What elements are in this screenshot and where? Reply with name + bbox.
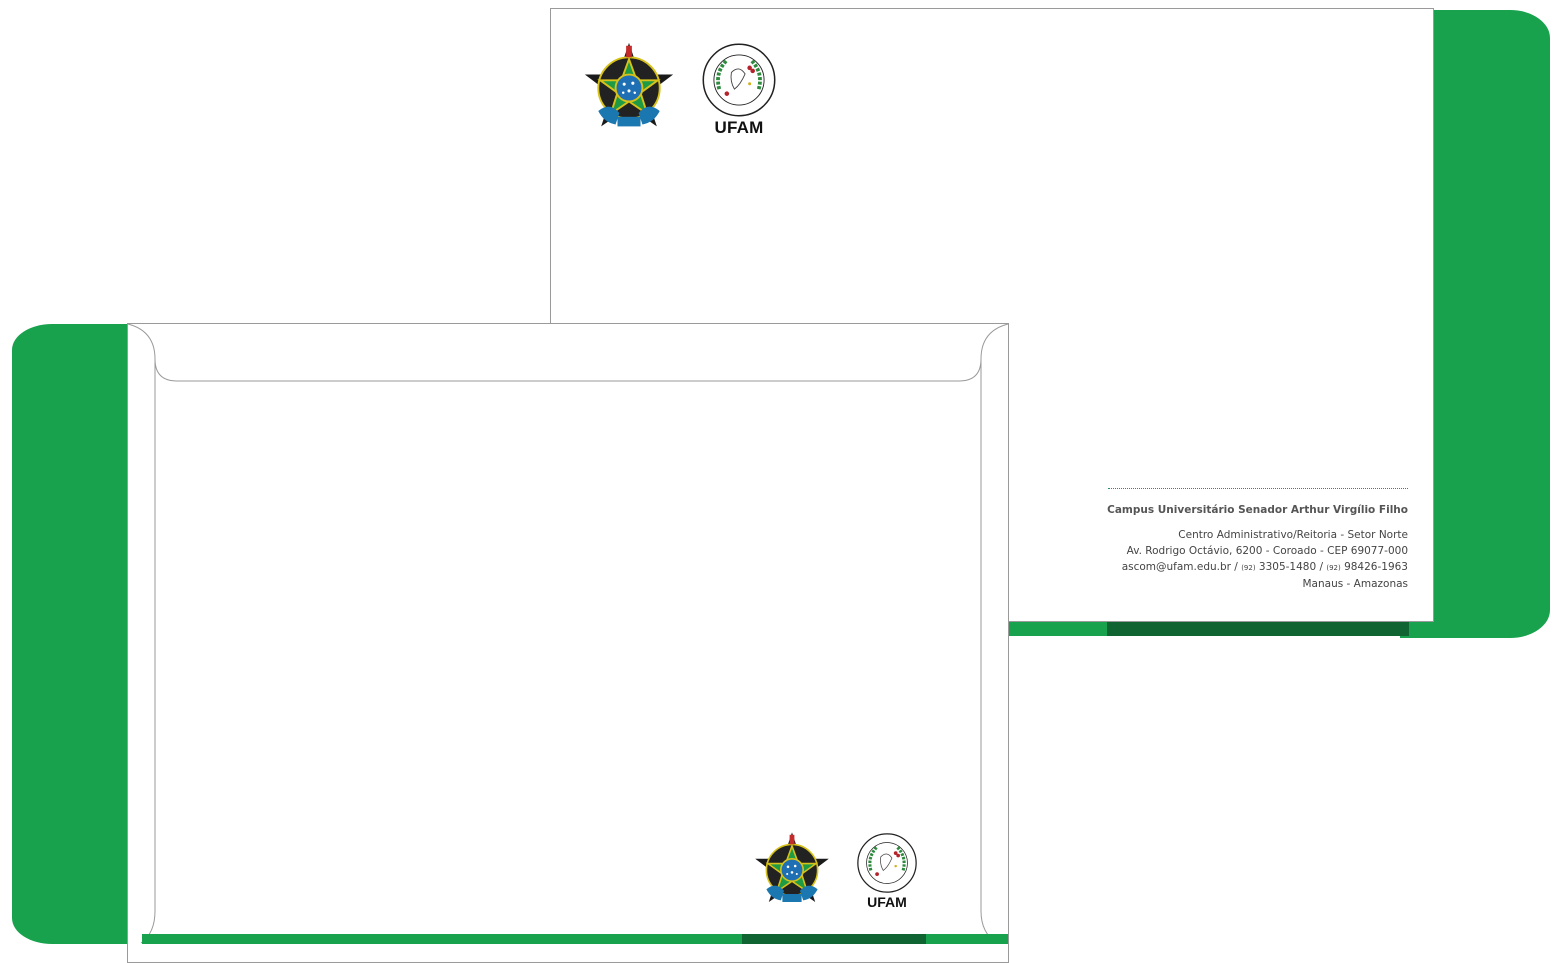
brazil-coat-of-arms-icon xyxy=(584,42,674,127)
address-line-2: Av. Rodrigo Octávio, 6200 - Coroado - CE… xyxy=(1126,545,1408,557)
ufam-logo-text: UFAM xyxy=(714,118,764,137)
address-line-4: Manaus - Amazonas xyxy=(1302,578,1408,590)
front-envelope-logos: UFAM xyxy=(752,830,932,914)
phone-1: 3305-1480 / xyxy=(1255,561,1327,573)
email-text: ascom@ufam.edu.br / xyxy=(1121,561,1242,573)
area-code-1: (92) xyxy=(1241,564,1256,572)
back-envelope-dark-stripe xyxy=(1107,622,1409,636)
ufam-logo-text: UFAM xyxy=(867,894,907,910)
return-address-block: Campus Universitário Senador Arthur Virg… xyxy=(1070,504,1408,592)
address-line-3: ascom@ufam.edu.br / (92) 3305-1480 / (92… xyxy=(1070,559,1408,576)
address-line-1: Centro Administrativo/Reitoria - Setor N… xyxy=(1178,529,1408,541)
front-envelope-dark-stripe xyxy=(742,934,926,944)
campus-name: Campus Universitário Senador Arthur Virg… xyxy=(1107,504,1408,516)
ufam-seal-icon xyxy=(702,43,776,117)
ufam-seal-icon xyxy=(857,833,917,893)
phone-2: 98426-1963 xyxy=(1340,561,1408,573)
area-code-2: (92) xyxy=(1326,564,1341,572)
brazil-coat-of-arms-icon xyxy=(755,832,829,902)
address-divider xyxy=(1108,488,1408,489)
back-envelope-logos: UFAM xyxy=(581,40,781,140)
